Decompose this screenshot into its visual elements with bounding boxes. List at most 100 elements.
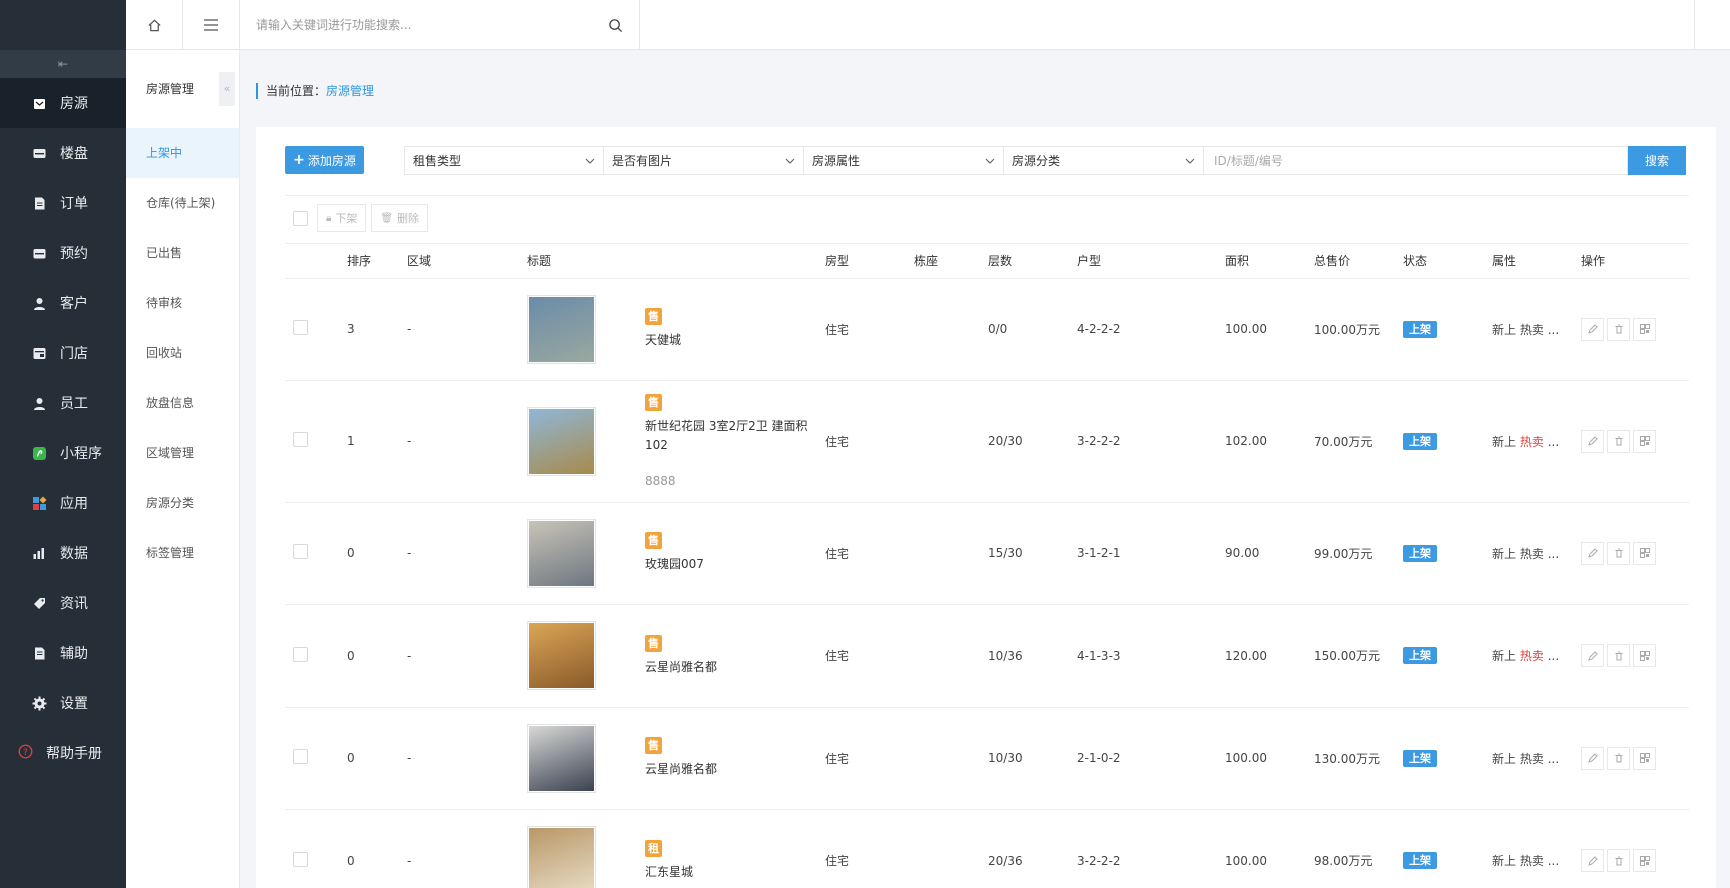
trash-icon [1615, 324, 1622, 334]
subnav-item-8[interactable]: 标签管理 [126, 528, 239, 578]
subnav-item-1[interactable]: 仓库(待上架) [126, 178, 239, 228]
sidebar-item-4[interactable]: 客户 [0, 278, 126, 328]
listing-title[interactable]: 新世纪花园 3室2厅2卫 建面积102 [645, 417, 825, 455]
bulk-off-shelf-button[interactable]: 🔒︎ 下架 [317, 204, 367, 232]
status-badge[interactable]: 上架 [1403, 647, 1437, 664]
subnav-item-0[interactable]: 上架中 [126, 128, 239, 178]
bulk-actions: 🔒︎ 下架 🗑︎ 删除 [285, 204, 433, 232]
listing-thumbnail[interactable] [527, 406, 596, 476]
table-header-row: 排序 区域 标题 房型 栋座 层数 户型 面积 总售价 状态 属性 操作 [285, 244, 1689, 279]
table-row: 3- 售天健城 住宅 0/0 4-2-2-2 100.00 100.00万元 上架 新上 热卖 … [285, 278, 1689, 381]
subnav-fold-button[interactable]: « [219, 72, 235, 106]
bulk-delete-button[interactable]: 🗑︎ 删除 [371, 204, 429, 232]
qrcode-icon [1639, 650, 1650, 661]
listing-thumbnail[interactable] [527, 826, 596, 888]
search-icon[interactable] [608, 18, 623, 33]
listing-thumbnail[interactable] [527, 518, 596, 588]
row-checkbox[interactable] [293, 320, 308, 335]
cell-type: 住宅 [825, 502, 914, 605]
qrcode-button[interactable] [1633, 746, 1656, 770]
select-all-checkbox[interactable] [293, 210, 308, 226]
cell-building [914, 502, 988, 605]
sidebar-item-label: 预约 [60, 246, 88, 262]
sidebar-item-6[interactable]: 员工 [0, 378, 126, 428]
subnav-item-7[interactable]: 房源分类 [126, 478, 239, 528]
listing-title[interactable]: 云星尚雅名都 [645, 658, 825, 677]
qrcode-button[interactable] [1633, 317, 1656, 341]
function-search-input[interactable] [256, 18, 608, 32]
filter-select-1[interactable]: 是否有图片 [604, 146, 804, 175]
subnav-item-6[interactable]: 区域管理 [126, 428, 239, 478]
menu-toggle-button[interactable] [183, 0, 240, 50]
sidebar-item-label: 房源 [60, 96, 88, 112]
status-badge[interactable]: 上架 [1403, 852, 1437, 869]
edit-button[interactable] [1581, 746, 1604, 770]
filter-select-2[interactable]: 房源属性 [804, 146, 1004, 175]
listing-thumbnail[interactable] [527, 294, 596, 364]
row-checkbox[interactable] [293, 646, 308, 662]
listing-title[interactable]: 玫瑰园007 [645, 555, 825, 574]
filter-select-3[interactable]: 房源分类 [1004, 146, 1204, 175]
listing-thumbnail[interactable] [527, 621, 596, 690]
subnav-item-3[interactable]: 待审核 [126, 278, 239, 328]
sidebar-item-label: 应用 [60, 496, 88, 512]
filter-select-0[interactable]: 租售类型 [404, 146, 604, 175]
row-checkbox[interactable] [293, 851, 308, 867]
qrcode-button[interactable] [1633, 644, 1656, 667]
qrcode-button[interactable] [1633, 541, 1656, 565]
sidebar-item-1[interactable]: 楼盘 [0, 128, 126, 178]
sidebar-item-3[interactable]: 预约 [0, 228, 126, 278]
add-listing-button[interactable]: + 添加房源 [285, 146, 364, 174]
status-badge[interactable]: 上架 [1403, 749, 1437, 767]
listing-thumbnail[interactable] [527, 723, 596, 793]
staff-icon [32, 396, 46, 410]
keyword-search-input[interactable] [1204, 146, 1628, 175]
sidebar-item-8[interactable]: 应用 [0, 478, 126, 528]
status-badge[interactable]: 上架 [1403, 320, 1437, 338]
col-size: 面积 [1225, 244, 1314, 279]
delete-button[interactable] [1607, 541, 1630, 565]
status-badge[interactable]: 上架 [1403, 544, 1437, 562]
sidebar-item-5[interactable]: 门店 [0, 328, 126, 378]
listing-title[interactable]: 汇东星城 [645, 863, 825, 882]
cell-unit: 3-1-2-1 [1077, 502, 1225, 605]
row-checkbox[interactable] [293, 432, 308, 447]
sidebar-item-9[interactable]: 数据 [0, 528, 126, 578]
help-manual-link[interactable]: ? 帮助手册 [0, 728, 126, 778]
qrcode-button[interactable] [1633, 849, 1656, 872]
cell-area: - [407, 502, 527, 605]
sidebar-item-10[interactable]: 资讯 [0, 578, 126, 628]
search-button[interactable]: 搜索 [1628, 146, 1686, 175]
breadcrumb-current[interactable]: 房源管理 [326, 84, 374, 98]
sidebar-item-12[interactable]: 设置 [0, 678, 126, 728]
subnav-item-5[interactable]: 放盘信息 [126, 378, 239, 428]
delete-button[interactable] [1607, 746, 1630, 770]
subnav-item-4[interactable]: 回收站 [126, 328, 239, 378]
status-badge[interactable]: 上架 [1403, 432, 1437, 450]
delete-button[interactable] [1607, 644, 1630, 667]
subnav-item-2[interactable]: 已出售 [126, 228, 239, 278]
sidebar-item-0[interactable]: 房源 [0, 78, 126, 128]
sidebar-collapse-button[interactable]: ⇤ [0, 50, 126, 78]
edit-button[interactable] [1581, 317, 1604, 341]
edit-button[interactable] [1581, 541, 1604, 565]
gear-icon [32, 696, 47, 711]
delete-button[interactable] [1607, 429, 1630, 453]
row-checkbox[interactable] [293, 544, 308, 559]
home-button[interactable] [126, 0, 183, 50]
edit-button[interactable] [1581, 849, 1604, 872]
sidebar-item-2[interactable]: 订单 [0, 178, 126, 228]
row-checkbox[interactable] [293, 749, 308, 764]
sidebar-item-7[interactable]: 小程序 [0, 428, 126, 478]
customer-icon [32, 296, 46, 310]
delete-button[interactable] [1607, 317, 1630, 341]
cell-unit: 4-1-3-3 [1077, 604, 1225, 708]
edit-button[interactable] [1581, 429, 1604, 453]
listing-title[interactable]: 天健城 [645, 331, 825, 350]
qrcode-button[interactable] [1633, 429, 1656, 453]
listing-title[interactable]: 云星尚雅名都 [645, 760, 825, 779]
listing-table: 排序 区域 标题 房型 栋座 层数 户型 面积 总售价 状态 属性 操作 3-售… [285, 244, 1689, 888]
edit-button[interactable] [1581, 644, 1604, 667]
sidebar-item-11[interactable]: 辅助 [0, 628, 126, 678]
delete-button[interactable] [1607, 849, 1630, 872]
